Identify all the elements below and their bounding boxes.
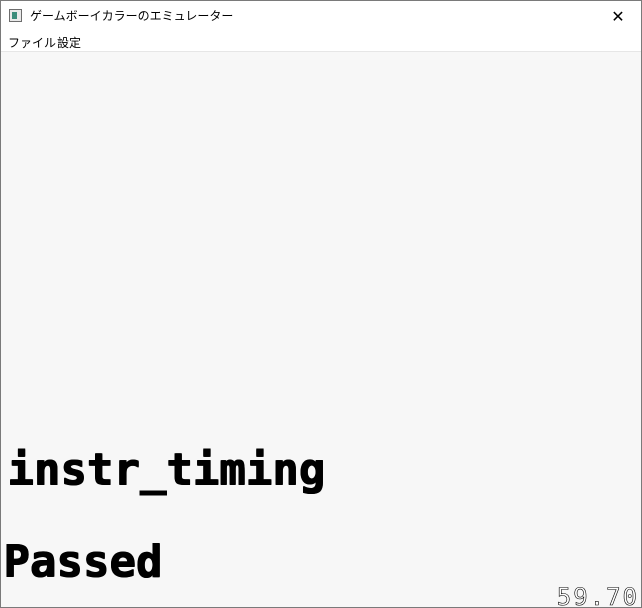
app-icon [9,9,22,22]
menu-settings[interactable]: 設定 [57,34,81,51]
title-bar[interactable]: ゲームボーイカラーのエミュレーター ✕ [1,1,641,32]
fps-counter: 59.70 [556,583,639,607]
emulator-window: ゲームボーイカラーのエミュレーター ✕ ファイル 設定 instr_timing… [0,0,642,608]
test-result-text: Passed [3,536,162,587]
emulator-screen: instr_timing Passed 59.70 [1,51,641,607]
window-title: ゲームボーイカラーのエミュレーター [30,9,234,23]
test-name-text: instr_timing [7,444,325,495]
menu-file[interactable]: ファイル [8,34,56,51]
close-button[interactable]: ✕ [595,1,641,32]
menu-bar: ファイル 設定 [1,32,641,51]
